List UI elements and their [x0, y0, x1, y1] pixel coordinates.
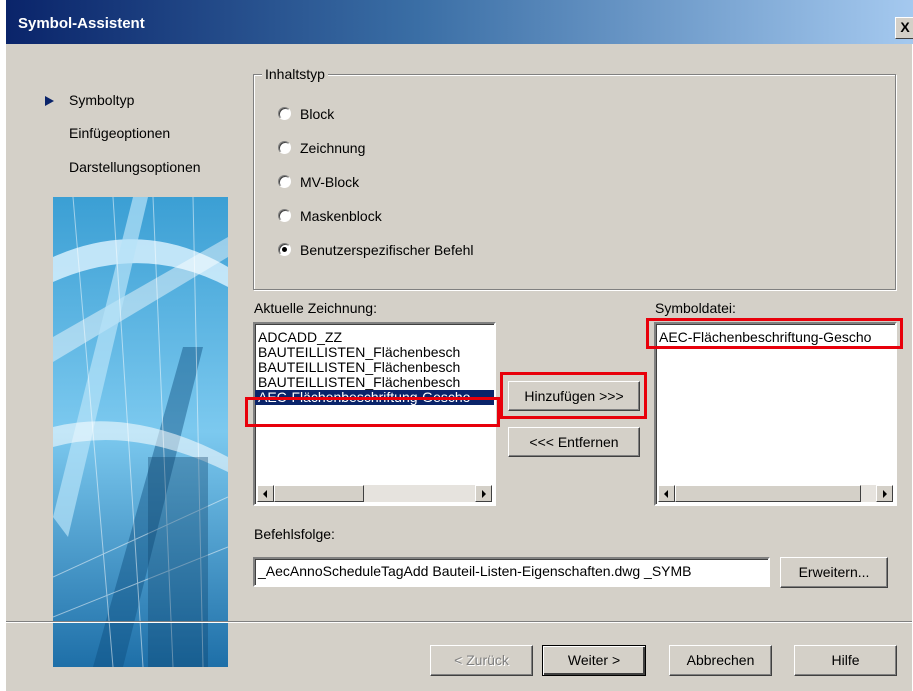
nav-item-label: Darstellungsoptionen — [69, 159, 201, 175]
highlight-symbol-file-item — [646, 318, 903, 349]
list-item[interactable]: BAUTEILLISTEN_Flächenbesch — [255, 360, 494, 375]
scroll-right-icon[interactable] — [475, 485, 492, 502]
nav-item-label: Einfügeoptionen — [69, 125, 171, 141]
list-item[interactable]: ADCADD_ZZ — [255, 330, 494, 345]
highlight-add-button — [500, 372, 647, 419]
title-bar: Symbol-Assistent X — [6, 0, 913, 44]
radio-label: Maskenblock — [300, 208, 382, 224]
help-button[interactable]: Hilfe — [794, 645, 897, 676]
scroll-thumb[interactable] — [675, 485, 861, 502]
command-sequence-input[interactable]: _AecAnnoScheduleTagAdd Bauteil-Listen-Ei… — [253, 557, 770, 587]
list-item[interactable]: BAUTEILLISTEN_Flächenbesch — [255, 345, 494, 360]
radio-label: MV-Block — [300, 174, 360, 190]
window-title: Symbol-Assistent — [18, 15, 145, 32]
advanced-button[interactable]: Erweitern... — [780, 557, 888, 588]
symbol-file-list[interactable]: AEC-Flächenbeschriftung-Gescho — [654, 322, 897, 506]
wizard-side-image — [53, 197, 228, 667]
close-button[interactable]: X — [895, 17, 913, 39]
help-button-label: Hilfe — [831, 652, 860, 668]
close-icon: X — [900, 19, 910, 35]
radio-button-selected-icon — [278, 243, 291, 256]
radio-button-icon — [278, 209, 291, 222]
nav-item-label: Symboltyp — [69, 92, 135, 108]
separator — [6, 621, 912, 623]
back-button[interactable]: < Zurück — [430, 645, 533, 676]
radio-button-icon — [278, 141, 291, 154]
radio-button-icon — [278, 175, 291, 188]
scroll-right-icon[interactable] — [876, 485, 893, 502]
scroll-left-icon[interactable] — [257, 485, 274, 502]
highlight-selected-item — [245, 397, 500, 427]
scroll-left-icon[interactable] — [658, 485, 675, 502]
radio-label: Block — [300, 106, 335, 122]
next-button[interactable]: Weiter > — [542, 645, 646, 676]
symbol-file-label: Symboldatei: — [655, 300, 736, 316]
radio-button-icon — [278, 107, 291, 120]
content-type-legend: Inhaltstyp — [262, 66, 328, 82]
remove-button[interactable]: <<< Entfernen — [508, 427, 640, 457]
nav-item-einfuegeoptionen: Einfügeoptionen — [69, 125, 170, 141]
current-drawing-label: Aktuelle Zeichnung: — [254, 300, 377, 316]
nav-item-symboltyp: Symboltyp — [45, 92, 135, 108]
radio-label: Zeichnung — [300, 140, 366, 156]
next-button-label: Weiter > — [567, 652, 621, 668]
scroll-thumb[interactable] — [274, 485, 364, 502]
command-sequence-label: Befehlsfolge: — [254, 526, 335, 542]
list-item[interactable]: BAUTEILLISTEN_Flächenbesch — [255, 375, 494, 390]
nav-item-darstellungsoptionen: Darstellungsoptionen — [69, 159, 201, 175]
horizontal-scrollbar[interactable] — [257, 485, 492, 502]
horizontal-scrollbar[interactable] — [658, 485, 893, 502]
cancel-button-label: Abbrechen — [686, 652, 755, 668]
advanced-button-label: Erweitern... — [798, 564, 870, 580]
remove-button-label: <<< Entfernen — [529, 434, 619, 450]
symbol-wizard-dialog: Symbol-Assistent X Symboltyp Einfügeopti… — [0, 0, 913, 691]
back-button-label: < Zurück — [454, 652, 509, 668]
cancel-button[interactable]: Abbrechen — [669, 645, 772, 676]
radio-label: Benutzerspezifischer Befehl — [300, 242, 474, 258]
current-step-arrow-icon — [45, 96, 54, 106]
